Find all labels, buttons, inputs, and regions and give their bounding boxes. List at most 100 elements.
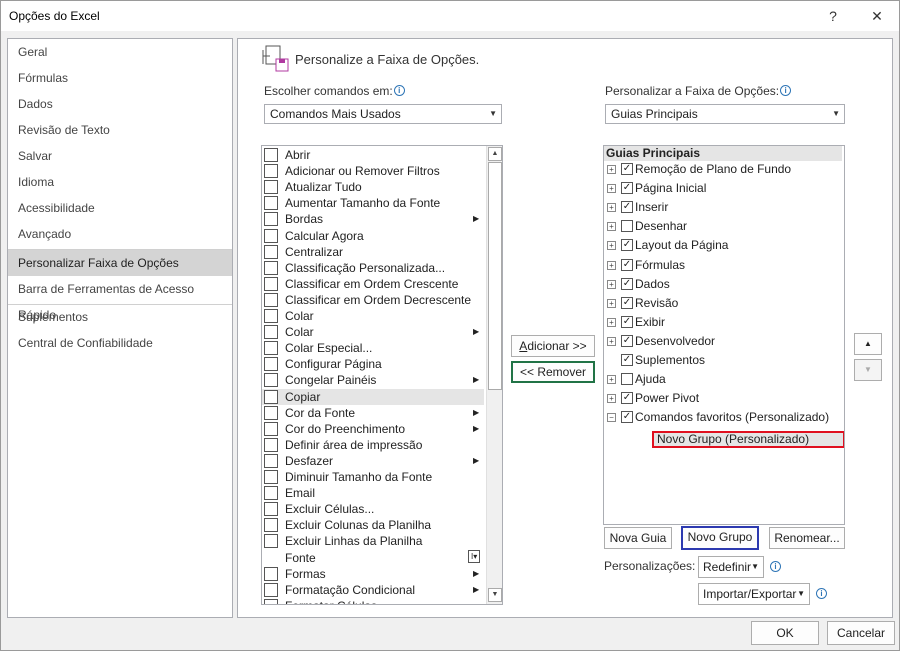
ribbon-tab-item[interactable]: − ✓ Comandos favoritos (Personalizado) bbox=[604, 408, 844, 427]
expand-icon[interactable]: + bbox=[607, 375, 616, 385]
expand-icon[interactable]: + bbox=[607, 222, 616, 232]
command-item[interactable]: Copiar bbox=[262, 388, 484, 405]
checkbox[interactable]: ✓ bbox=[621, 258, 633, 271]
nav-item-personalizar-faixa[interactable]: Personalizar Faixa de Opções bbox=[8, 250, 232, 276]
expand-icon[interactable]: + bbox=[607, 394, 616, 404]
checkbox[interactable]: ✓ bbox=[621, 182, 633, 195]
command-item[interactable]: Classificação Personalizada... bbox=[262, 260, 484, 276]
command-item[interactable]: Diminuir Tamanho da Fonte bbox=[262, 469, 484, 485]
expand-icon[interactable]: + bbox=[607, 279, 616, 289]
nav-item-dados[interactable]: Dados bbox=[8, 91, 232, 117]
command-item[interactable]: Excluir Células... bbox=[262, 501, 484, 517]
command-item[interactable]: Centralizar bbox=[262, 244, 484, 260]
move-up-button[interactable]: ▲ bbox=[854, 333, 882, 355]
checkbox[interactable]: ✓ bbox=[621, 277, 633, 290]
command-item[interactable]: Excluir Linhas da Planilha bbox=[262, 533, 484, 549]
remove-button[interactable]: << Remover bbox=[511, 361, 595, 383]
expand-icon[interactable]: + bbox=[607, 203, 616, 213]
ribbon-tab-item[interactable]: + Ajuda bbox=[604, 370, 844, 389]
import-export-dropdown[interactable]: Importar/Exportar ▼ bbox=[698, 583, 810, 605]
command-item[interactable]: Classificar em Ordem Crescente bbox=[262, 276, 484, 292]
expand-icon[interactable]: + bbox=[607, 165, 616, 174]
command-item[interactable]: Cor da Fonte ▶ bbox=[262, 405, 484, 421]
ribbon-tab-item[interactable]: + ✓ Power Pivot bbox=[604, 389, 844, 408]
ribbon-tab-item[interactable]: + ✓ Página Inicial bbox=[604, 179, 844, 198]
ribbon-tab-item[interactable]: + Desenhar bbox=[604, 217, 844, 236]
checkbox[interactable]: ✓ bbox=[621, 296, 633, 309]
checkbox[interactable] bbox=[621, 373, 633, 386]
ribbon-tab-item[interactable]: ✓ Suplementos bbox=[604, 351, 844, 370]
checkbox[interactable]: ✓ bbox=[621, 334, 633, 347]
checkbox[interactable]: ✓ bbox=[621, 411, 633, 424]
command-item[interactable]: Calcular Agora bbox=[262, 228, 484, 244]
command-item[interactable]: Aumentar Tamanho da Fonte bbox=[262, 195, 484, 211]
scroll-down-icon[interactable]: ▼ bbox=[488, 588, 502, 602]
command-item[interactable]: Atualizar Tudo bbox=[262, 179, 484, 195]
nav-item-formulas[interactable]: Fórmulas bbox=[8, 65, 232, 91]
customize-ribbon-dropdown[interactable]: Guias Principais ▼ bbox=[605, 104, 845, 124]
ribbon-tab-item[interactable]: + ✓ Layout da Página bbox=[604, 236, 844, 255]
help-button[interactable]: ? bbox=[819, 5, 847, 27]
command-item[interactable]: Bordas ▶ bbox=[262, 211, 484, 227]
collapse-icon[interactable]: − bbox=[607, 413, 616, 423]
command-item[interactable]: Email bbox=[262, 485, 484, 501]
nav-item-acesso-rapido[interactable]: Barra de Ferramentas de Acesso Rápido bbox=[8, 276, 232, 322]
nav-item-revisao-texto[interactable]: Revisão de Texto bbox=[8, 117, 232, 143]
nav-item-central-confiabilidade[interactable]: Central de Confiabilidade bbox=[8, 330, 232, 356]
command-item[interactable]: Congelar Painéis ▶ bbox=[262, 372, 484, 388]
commands-scrollbar[interactable]: ▲ ▼ bbox=[486, 146, 502, 604]
ribbon-tab-item[interactable]: + ✓ Fórmulas bbox=[604, 256, 844, 275]
checkbox[interactable]: ✓ bbox=[621, 315, 633, 328]
command-item[interactable]: Formatar Células bbox=[262, 598, 484, 604]
command-item[interactable]: Abrir bbox=[262, 147, 484, 163]
command-item[interactable]: Formatação Condicional ▶ bbox=[262, 582, 484, 598]
checkbox[interactable]: ✓ bbox=[621, 354, 633, 366]
new-group-custom-item[interactable]: Novo Grupo (Personalizado) bbox=[652, 431, 844, 448]
scroll-up-icon[interactable]: ▲ bbox=[488, 147, 502, 161]
expand-icon[interactable]: + bbox=[607, 317, 616, 327]
checkbox[interactable] bbox=[621, 220, 633, 233]
ribbon-tab-item[interactable]: + ✓ Inserir bbox=[604, 198, 844, 217]
command-item[interactable]: Colar bbox=[262, 308, 484, 324]
nav-item-geral[interactable]: Geral bbox=[8, 39, 232, 65]
checkbox[interactable]: ✓ bbox=[621, 239, 633, 252]
command-item[interactable]: Excluir Colunas da Planilha bbox=[262, 517, 484, 533]
command-item[interactable]: Desfazer ▶ bbox=[262, 453, 484, 469]
ok-button[interactable]: OK bbox=[751, 621, 819, 645]
ribbon-tab-item[interactable]: + ✓ Dados bbox=[604, 275, 844, 294]
expand-icon[interactable]: + bbox=[607, 260, 616, 270]
command-item[interactable]: Colar ▶ bbox=[262, 324, 484, 340]
expand-icon[interactable]: + bbox=[607, 184, 616, 194]
new-tab-button[interactable]: Nova Guia bbox=[604, 527, 672, 549]
command-item[interactable]: Formas ▶ bbox=[262, 566, 484, 582]
checkbox[interactable]: ✓ bbox=[621, 163, 633, 175]
command-item[interactable]: Fonte I▾ bbox=[262, 549, 484, 566]
close-icon[interactable]: ✕ bbox=[863, 5, 891, 27]
nav-item-idioma[interactable]: Idioma bbox=[8, 169, 232, 195]
ribbon-tab-item[interactable]: + ✓ Remoção de Plano de Fundo bbox=[604, 160, 844, 179]
nav-item-acessibilidade[interactable]: Acessibilidade bbox=[8, 195, 232, 221]
reset-dropdown[interactable]: Redefinir ▼ bbox=[698, 556, 764, 578]
checkbox[interactable]: ✓ bbox=[621, 201, 633, 214]
move-down-button[interactable]: ▼ bbox=[854, 359, 882, 381]
command-item[interactable]: Cor do Preenchimento ▶ bbox=[262, 421, 484, 437]
checkbox[interactable]: ✓ bbox=[621, 392, 633, 405]
command-item[interactable]: Colar Especial... bbox=[262, 340, 484, 356]
expand-icon[interactable]: + bbox=[607, 298, 616, 308]
command-item[interactable]: Configurar Página bbox=[262, 356, 484, 372]
scroll-thumb[interactable] bbox=[488, 162, 502, 390]
expand-icon[interactable]: + bbox=[607, 241, 616, 251]
rename-button[interactable]: Renomear... bbox=[769, 527, 845, 549]
nav-item-salvar[interactable]: Salvar bbox=[8, 143, 232, 169]
expand-icon[interactable]: + bbox=[607, 336, 616, 346]
command-item[interactable]: Definir área de impressão bbox=[262, 437, 484, 453]
ribbon-tab-item[interactable]: + ✓ Desenvolvedor bbox=[604, 332, 844, 351]
command-item[interactable]: Classificar em Ordem Decrescente bbox=[262, 292, 484, 308]
new-group-button[interactable]: Novo Grupo bbox=[681, 526, 759, 550]
ribbon-tab-item[interactable]: + ✓ Exibir bbox=[604, 313, 844, 332]
ribbon-tree[interactable]: Guias Principais + ✓ Remoção de Plano de F… bbox=[603, 145, 845, 525]
nav-item-avancado[interactable]: Avançado bbox=[8, 221, 232, 247]
ribbon-tab-item[interactable]: + ✓ Revisão bbox=[604, 294, 844, 313]
command-item[interactable]: Adicionar ou Remover Filtros bbox=[262, 163, 484, 179]
cancel-button[interactable]: Cancelar bbox=[827, 621, 895, 645]
